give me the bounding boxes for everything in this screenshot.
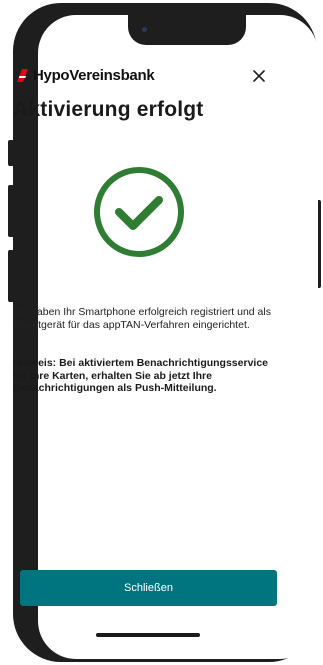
- checkmark-circle-icon: [94, 167, 184, 257]
- screenshot-stage: HypoVereinsbank Aktivierung erfolgt Sie …: [0, 0, 323, 665]
- home-indicator: [96, 633, 200, 637]
- brand-logo: HypoVereinsbank: [15, 67, 155, 84]
- confirmation-text: Sie haben Ihr Smartphone erfolgreich reg…: [13, 306, 271, 331]
- close-button[interactable]: [248, 65, 270, 87]
- brand-name: HypoVereinsbank: [33, 67, 155, 84]
- close-icon: [253, 70, 265, 82]
- page-title: Aktivierung erfolgt: [13, 98, 204, 121]
- hvb-logo-icon: [17, 69, 28, 82]
- notification-hint: Hinweis: Bei aktiviertem Benachrichtigun…: [13, 357, 269, 394]
- phone-notch: [128, 15, 246, 45]
- close-confirm-button[interactable]: Schließen: [20, 570, 277, 606]
- camera-dot: [142, 27, 147, 32]
- app-header: HypoVereinsbank: [15, 65, 270, 89]
